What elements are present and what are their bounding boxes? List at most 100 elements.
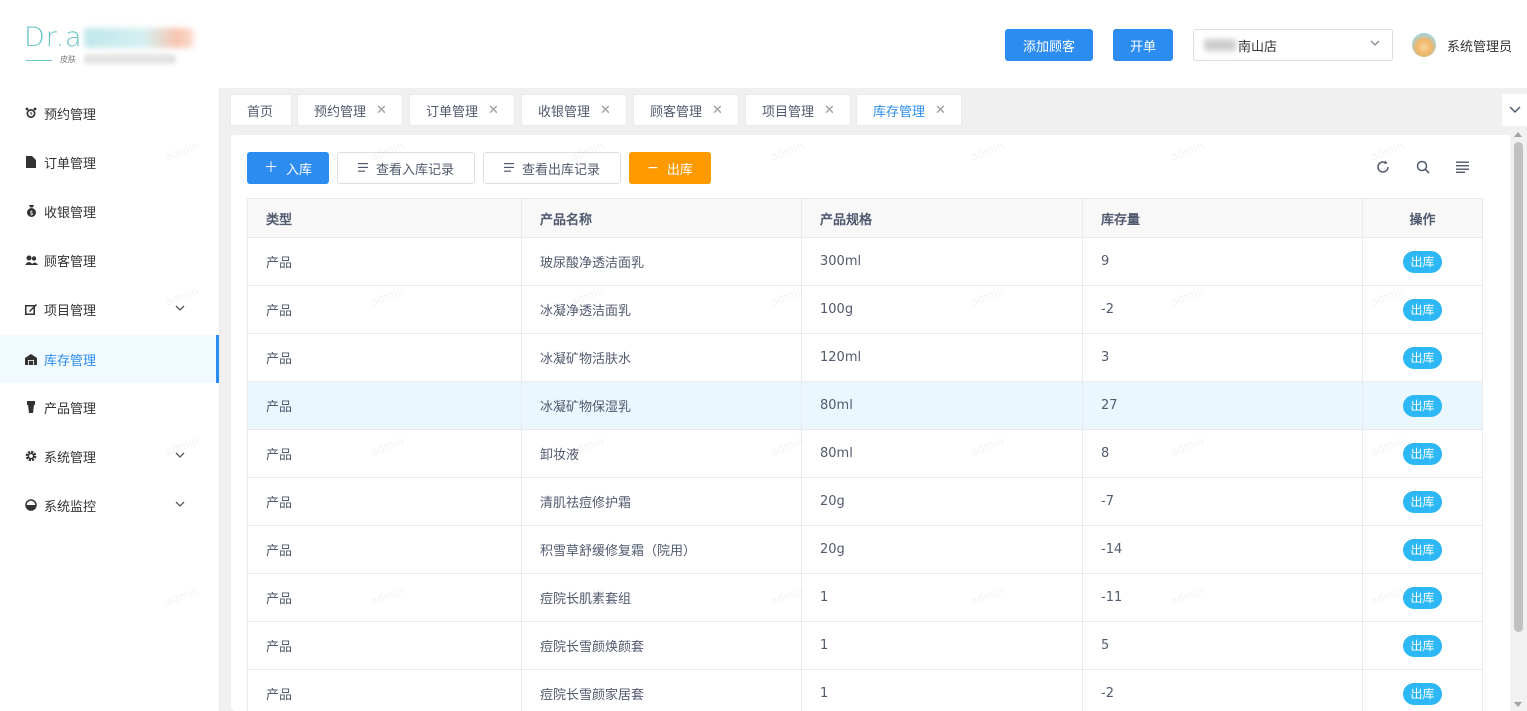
table-row[interactable]: 产品 痘院长雪颜焕颜套 1 5 出库 (248, 622, 1482, 670)
table-row[interactable]: 产品 卸妆液 80ml 8 出库 (248, 430, 1482, 478)
tab-home[interactable]: 首页 (230, 94, 292, 126)
tab-customers[interactable]: 顾客管理 ✕ (633, 94, 739, 126)
tab-inventory[interactable]: 库存管理 ✕ (856, 94, 962, 126)
sidebar-item-inventory[interactable]: 库存管理 (0, 335, 219, 383)
svg-text:$: $ (29, 210, 33, 217)
gear-icon (24, 449, 38, 463)
table-header-row: 类型 产品名称 产品规格 库存量 操作 (248, 199, 1482, 238)
table-row[interactable]: 产品 玻尿酸净透洁面乳 300ml 9 出库 (248, 238, 1482, 286)
stock-out-button[interactable]: − 出库 (629, 152, 711, 184)
tabs-more-button[interactable] (1502, 94, 1527, 126)
view-out-records-button[interactable]: 查看出库记录 (483, 152, 621, 184)
row-stock-out-button[interactable]: 出库 (1403, 490, 1442, 513)
logo-divider (26, 60, 52, 61)
open-order-button[interactable]: 开单 (1113, 29, 1173, 61)
cell-product-name: 冰凝净透洁面乳 (522, 286, 802, 333)
inventory-table: 类型 产品名称 产品规格 库存量 操作 产品 玻尿酸净透洁面乳 300ml 9 出库 产品… (247, 198, 1483, 711)
tab-orders[interactable]: 订单管理 ✕ (409, 94, 515, 126)
sidebar-item-cashier[interactable]: $ 收银管理 (0, 187, 219, 235)
column-header-spec[interactable]: 产品规格 (802, 199, 1083, 237)
sidebar-item-products[interactable]: 产品管理 (0, 383, 219, 431)
close-icon[interactable]: ✕ (488, 103, 499, 118)
row-stock-out-button[interactable]: 出库 (1403, 442, 1442, 465)
table-row[interactable]: 产品 积雪草舒缓修复霜（院用） 20g -14 出库 (248, 526, 1482, 574)
cell-spec: 100g (802, 286, 1083, 333)
store-select-value: 南山店 (1238, 39, 1278, 55)
document-icon (24, 155, 38, 169)
plus-icon: ＋ (263, 160, 278, 176)
scroll-down-arrow-icon[interactable] (1514, 702, 1522, 707)
close-icon[interactable]: ✕ (600, 103, 611, 118)
cell-type: 产品 (248, 286, 522, 333)
user-menu[interactable]: 系统管理员 (1412, 32, 1512, 58)
cell-spec: 1 (802, 574, 1083, 621)
row-stock-out-button[interactable]: 出库 (1403, 586, 1442, 609)
search-icon[interactable] (1413, 157, 1433, 177)
sidebar-item-monitor[interactable]: 系统监控 (0, 481, 219, 529)
close-icon[interactable]: ✕ (376, 103, 387, 118)
cell-product-name: 痘院长雪颜焕颜套 (522, 622, 802, 669)
stock-in-label: 入库 (285, 162, 312, 178)
column-header-type[interactable]: 类型 (248, 199, 522, 237)
row-stock-out-button[interactable]: 出库 (1403, 538, 1442, 561)
brand-logo[interactable]: Dr.a 皮肤 (24, 22, 204, 72)
close-icon[interactable]: ✕ (712, 103, 723, 118)
columns-menu-icon[interactable] (1452, 157, 1472, 177)
cell-type: 产品 (248, 670, 522, 711)
page-scrollbar[interactable] (1510, 130, 1527, 711)
table-body: 产品 玻尿酸净透洁面乳 300ml 9 出库 产品 冰凝净透洁面乳 100g -2 出库 产品 冰凝矿… (248, 238, 1482, 711)
list-icon (503, 161, 514, 175)
inventory-card: ＋ 入库 查看入库记录 查看出库记录 − 出库 类型 产品名称 产品规格 库存量… (231, 135, 1514, 711)
tab-label: 顾客管理 (650, 104, 703, 120)
refresh-icon[interactable] (1373, 157, 1393, 177)
table-row[interactable]: 产品 冰凝矿物活肤水 120ml 3 出库 (248, 334, 1482, 382)
scroll-thumb[interactable] (1514, 142, 1523, 632)
row-stock-out-button[interactable]: 出库 (1403, 682, 1442, 705)
cell-type: 产品 (248, 382, 522, 429)
cell-spec: 20g (802, 526, 1083, 573)
sidebar-item-appointments[interactable]: 预约管理 (0, 89, 219, 137)
table-row[interactable]: 产品 冰凝矿物保湿乳 80ml 27 出库 (248, 382, 1482, 430)
view-in-records-button[interactable]: 查看入库记录 (337, 152, 475, 184)
cell-action: 出库 (1363, 574, 1482, 621)
close-icon[interactable]: ✕ (824, 103, 835, 118)
sidebar-item-system[interactable]: 系统管理 (0, 432, 219, 480)
stock-in-button[interactable]: ＋ 入库 (247, 152, 329, 184)
sidebar-item-label: 收银管理 (44, 205, 97, 221)
row-stock-out-button[interactable]: 出库 (1403, 634, 1442, 657)
table-row[interactable]: 产品 痘院长肌素套组 1 -11 出库 (248, 574, 1482, 622)
row-stock-out-button[interactable]: 出库 (1403, 394, 1442, 417)
edit-icon (24, 302, 38, 316)
tab-projects[interactable]: 项目管理 ✕ (745, 94, 851, 126)
chevron-down-icon (1508, 103, 1521, 117)
sidebar-item-orders[interactable]: 订单管理 (0, 138, 219, 186)
column-header-stock[interactable]: 库存量 (1083, 199, 1363, 237)
tabs-bar: 首页 预约管理 ✕ 订单管理 ✕ 收银管理 ✕ 顾客管理 ✕ 项目管理 ✕ 库存… (220, 88, 1527, 130)
table-row[interactable]: 产品 清肌祛痘修护霜 20g -7 出库 (248, 478, 1482, 526)
tab-appointments[interactable]: 预约管理 ✕ (297, 94, 403, 126)
cell-stock: 9 (1083, 238, 1363, 285)
row-stock-out-button[interactable]: 出库 (1403, 346, 1442, 369)
table-row[interactable]: 产品 冰凝净透洁面乳 100g -2 出库 (248, 286, 1482, 334)
tab-label: 首页 (247, 104, 274, 120)
logo-subtitle-blurred (84, 54, 176, 64)
logo-text: Dr.a (24, 22, 83, 53)
store-select[interactable]: 南山店 (1193, 29, 1393, 61)
row-stock-out-button[interactable]: 出库 (1403, 298, 1442, 321)
close-icon[interactable]: ✕ (935, 103, 946, 118)
column-header-name[interactable]: 产品名称 (522, 199, 802, 237)
sidebar-item-projects[interactable]: 项目管理 (0, 285, 219, 333)
cell-action: 出库 (1363, 430, 1482, 477)
tab-cashier[interactable]: 收银管理 ✕ (521, 94, 627, 126)
sidebar-item-label: 产品管理 (44, 401, 97, 417)
warehouse-icon (24, 352, 38, 366)
sidebar-item-customers[interactable]: 顾客管理 (0, 236, 219, 284)
add-customer-button[interactable]: 添加顾客 (1005, 29, 1093, 61)
table-row[interactable]: 产品 痘院长雪颜家居套 1 -2 出库 (248, 670, 1482, 711)
chevron-down-icon (175, 499, 185, 512)
cell-action: 出库 (1363, 334, 1482, 381)
column-header-action: 操作 (1409, 212, 1436, 228)
tab-label: 库存管理 (873, 104, 926, 120)
row-stock-out-button[interactable]: 出库 (1403, 250, 1442, 273)
scroll-up-arrow-icon[interactable] (1514, 132, 1522, 137)
